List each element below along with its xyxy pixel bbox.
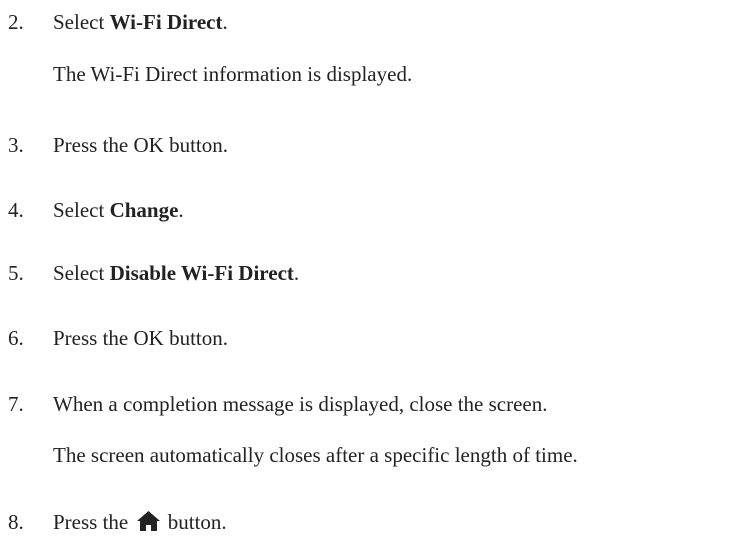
step-2-note: The Wi-Fi Direct information is displaye… [53,62,413,86]
step-prefix: Select [53,198,110,222]
step-number: 4. [8,198,24,222]
step-text: Press the OK button. [53,326,228,350]
step-text: Select Change. [53,196,184,224]
step-prefix: Select [53,10,110,34]
step-7-note: The screen automatically closes after a … [53,443,578,467]
step-number: 5. [8,261,24,285]
step-number: 7. [8,392,24,416]
home-icon [136,510,161,532]
step-suffix: . [178,198,184,222]
step-number: 6. [8,326,24,350]
step-suffix: . [293,261,300,285]
step-number: 3. [8,133,24,157]
step-text: Select Disable Wi-Fi Direct. [53,259,299,287]
menu-item-change: Change [109,198,179,222]
menu-item-disable-wifi-direct: Disable Wi-Fi Direct [109,261,294,285]
step-prefix: Select [53,261,110,285]
step-text: Select Wi-Fi Direct. [53,8,228,36]
step-number: 2. [8,10,24,34]
step-text: When a completion message is displayed, … [53,392,548,416]
step-suffix: . [222,10,228,34]
step-text: Press the button. [53,508,227,536]
step-number: 8. [8,510,24,534]
menu-item-wifi-direct: Wi-Fi Direct [109,10,223,34]
step-suffix: button. [162,510,227,534]
step-prefix: Press the [53,510,134,534]
step-text: Press the OK button. [53,133,228,157]
